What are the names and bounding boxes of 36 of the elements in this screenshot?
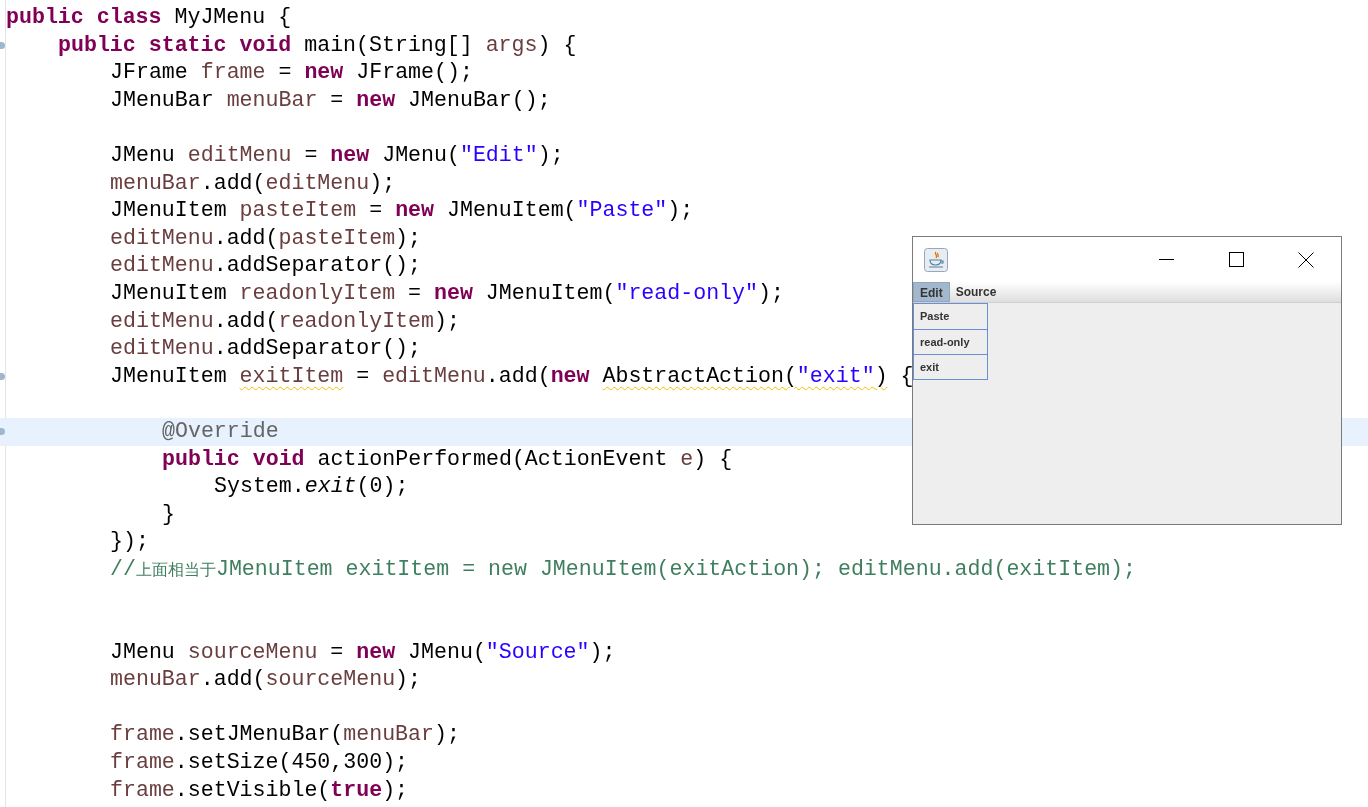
marker-icon[interactable] [0,41,5,49]
code-line: frame.setVisible(true); [110,777,409,802]
marker-icon[interactable] [0,427,5,435]
coffee-cup-icon [924,247,948,272]
code-line: JMenuItem readonlyItem = new JMenuItem("read-only"); [110,280,784,305]
menu[interactable]: Source [949,282,1003,302]
code-line: }); [110,529,149,554]
code-line: frame.setSize(450,300); [110,750,409,775]
code-line: menuBar.add(sourceMenu); [110,667,422,692]
menu-item[interactable]: exit [914,354,987,379]
menu-item[interactable]: read-only [914,329,987,354]
code-line: JMenu editMenu = new JMenu("Edit"); [110,142,564,167]
code-line: public static void main(String[] args) { [58,32,577,57]
code-line: editMenu.add(pasteItem); [110,225,422,250]
marker-icon[interactable] [0,372,5,380]
code-line: frame.setJMenuBar(menuBar); [110,722,460,747]
code-line: @Override [162,418,279,443]
code-line: menuBar.add(editMenu); [110,170,396,195]
code-line: JMenu sourceMenu = new JMenu("Source"); [110,639,616,664]
menu[interactable]: Edit [913,282,950,302]
code-line: editMenu.addSeparator(); [110,253,421,278]
code-line: JFrame frame = new JFrame(); [110,60,473,85]
code-line: JMenuItem exitItem = editMenu.add(new AbstractAction("exit") { [110,363,914,388]
minimize-icon [1158,258,1174,261]
code-line: editMenu.addSeparator(); [110,336,421,361]
code-line: public void actionPerformed(ActionEvent e) { [162,446,733,471]
menu-item[interactable]: Paste [914,304,987,329]
code-line: //上面相当于JMenuItem exitItem = new JMenuItem(exitAction); editMenu.add(exitItem); [110,556,1136,581]
code-line: public class MyJMenu { [6,5,292,29]
close-icon [1298,251,1314,268]
maximize-icon [1228,252,1244,267]
code-line: JMenuItem pasteItem = new JMenuItem("Paste"); [110,198,694,223]
code-line: JMenuBar menuBar = new JMenuBar(); [110,87,551,112]
code-line: System.exit(0); [214,474,409,499]
code-line: } [162,501,175,526]
code-line: editMenu.add(readonlyItem); [110,308,460,333]
